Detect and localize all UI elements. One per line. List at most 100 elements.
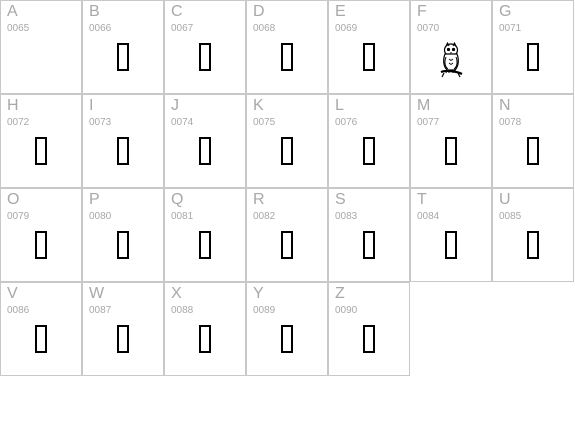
missing-glyph-box bbox=[281, 137, 293, 165]
cell-letter: F bbox=[417, 3, 427, 20]
missing-glyph-box bbox=[35, 231, 47, 259]
cell-code: 0090 bbox=[335, 305, 358, 316]
cell-code: 0085 bbox=[499, 211, 522, 222]
owl-icon bbox=[440, 41, 463, 78]
cell-letter: M bbox=[417, 97, 431, 114]
glyph-cell[interactable]: A 0065 bbox=[0, 0, 82, 94]
cell-letter: R bbox=[253, 191, 265, 208]
cell-letter: X bbox=[171, 285, 182, 302]
glyph-cell[interactable]: J 0074 bbox=[164, 94, 246, 188]
cell-letter: A bbox=[7, 3, 18, 20]
cell-code: 0070 bbox=[417, 23, 440, 34]
cell-code: 0088 bbox=[171, 305, 194, 316]
missing-glyph-box bbox=[281, 231, 293, 259]
cell-letter: K bbox=[253, 97, 264, 114]
glyph-cell[interactable]: G 0071 bbox=[492, 0, 574, 94]
missing-glyph-box bbox=[117, 231, 129, 259]
missing-glyph-box bbox=[363, 137, 375, 165]
cell-letter: N bbox=[499, 97, 511, 114]
cell-code: 0066 bbox=[89, 23, 112, 34]
cell-letter: H bbox=[7, 97, 19, 114]
missing-glyph-box bbox=[363, 231, 375, 259]
cell-code: 0077 bbox=[417, 117, 440, 128]
glyph-cell[interactable]: H 0072 bbox=[0, 94, 82, 188]
cell-code: 0078 bbox=[499, 117, 522, 128]
glyph-cell[interactable]: C 0067 bbox=[164, 0, 246, 94]
missing-glyph-box bbox=[363, 43, 375, 71]
glyph-cell[interactable]: M 0077 bbox=[410, 94, 492, 188]
cell-code: 0079 bbox=[7, 211, 30, 222]
glyph-cell[interactable]: U 0085 bbox=[492, 188, 574, 282]
cell-code: 0086 bbox=[7, 305, 30, 316]
glyph-cell[interactable]: N 0078 bbox=[492, 94, 574, 188]
cell-letter: J bbox=[171, 97, 179, 114]
cell-code: 0083 bbox=[335, 211, 358, 222]
cell-letter: V bbox=[7, 285, 18, 302]
glyph-cell[interactable]: D 0068 bbox=[246, 0, 328, 94]
cell-letter: Y bbox=[253, 285, 264, 302]
cell-code: 0082 bbox=[253, 211, 276, 222]
missing-glyph-box bbox=[117, 325, 129, 353]
cell-letter: E bbox=[335, 3, 346, 20]
cell-code: 0072 bbox=[7, 117, 30, 128]
glyph-cell[interactable]: B 0066 bbox=[82, 0, 164, 94]
missing-glyph-box bbox=[527, 43, 539, 71]
glyph-cell[interactable]: P 0080 bbox=[82, 188, 164, 282]
cell-letter: L bbox=[335, 97, 344, 114]
cell-letter: D bbox=[253, 3, 265, 20]
cell-code: 0084 bbox=[417, 211, 440, 222]
cell-code: 0081 bbox=[171, 211, 194, 222]
cell-letter: Z bbox=[335, 285, 345, 302]
glyph-cell[interactable]: F 0070 bbox=[410, 0, 492, 94]
cell-code: 0074 bbox=[171, 117, 194, 128]
missing-glyph-box bbox=[363, 325, 375, 353]
glyph-cell[interactable]: V 0086 bbox=[0, 282, 82, 376]
missing-glyph-box bbox=[281, 43, 293, 71]
missing-glyph-box bbox=[445, 137, 457, 165]
cell-letter: O bbox=[7, 191, 20, 208]
glyph-cell[interactable]: O 0079 bbox=[0, 188, 82, 282]
glyph-cell[interactable]: T 0084 bbox=[410, 188, 492, 282]
cell-code: 0071 bbox=[499, 23, 522, 34]
glyph-cell[interactable]: Z 0090 bbox=[328, 282, 410, 376]
cell-code: 0075 bbox=[253, 117, 276, 128]
missing-glyph-box bbox=[199, 43, 211, 71]
cell-code: 0065 bbox=[7, 23, 30, 34]
cell-code: 0089 bbox=[253, 305, 276, 316]
cell-letter: P bbox=[89, 191, 100, 208]
glyph-cell[interactable]: Q 0081 bbox=[164, 188, 246, 282]
missing-glyph-box bbox=[199, 137, 211, 165]
missing-glyph-box bbox=[527, 137, 539, 165]
glyph-cell[interactable]: K 0075 bbox=[246, 94, 328, 188]
glyph-cell[interactable]: S 0083 bbox=[328, 188, 410, 282]
cell-letter: T bbox=[417, 191, 427, 208]
cell-code: 0076 bbox=[335, 117, 358, 128]
glyph-cell[interactable]: R 0082 bbox=[246, 188, 328, 282]
cell-code: 0069 bbox=[335, 23, 358, 34]
missing-glyph-box bbox=[117, 43, 129, 71]
cell-code: 0068 bbox=[253, 23, 276, 34]
cell-letter: U bbox=[499, 191, 511, 208]
missing-glyph-box bbox=[445, 231, 457, 259]
glyph-cell[interactable]: W 0087 bbox=[82, 282, 164, 376]
cell-letter: W bbox=[89, 285, 105, 302]
cell-letter: B bbox=[89, 3, 100, 20]
cell-letter: I bbox=[89, 97, 94, 114]
glyph-cell[interactable]: I 0073 bbox=[82, 94, 164, 188]
missing-glyph-box bbox=[35, 325, 47, 353]
cell-code: 0087 bbox=[89, 305, 112, 316]
missing-glyph-box bbox=[281, 325, 293, 353]
cell-code: 0073 bbox=[89, 117, 112, 128]
missing-glyph-box bbox=[199, 325, 211, 353]
cell-letter: S bbox=[335, 191, 346, 208]
missing-glyph-box bbox=[117, 137, 129, 165]
glyph-cell[interactable]: E 0069 bbox=[328, 0, 410, 94]
cell-letter: C bbox=[171, 3, 183, 20]
cell-code: 0080 bbox=[89, 211, 112, 222]
cell-letter: Q bbox=[171, 191, 184, 208]
glyph-cell[interactable]: X 0088 bbox=[164, 282, 246, 376]
missing-glyph-box bbox=[199, 231, 211, 259]
glyph-cell[interactable]: Y 0089 bbox=[246, 282, 328, 376]
missing-glyph-box bbox=[35, 137, 47, 165]
glyph-cell[interactable]: L 0076 bbox=[328, 94, 410, 188]
